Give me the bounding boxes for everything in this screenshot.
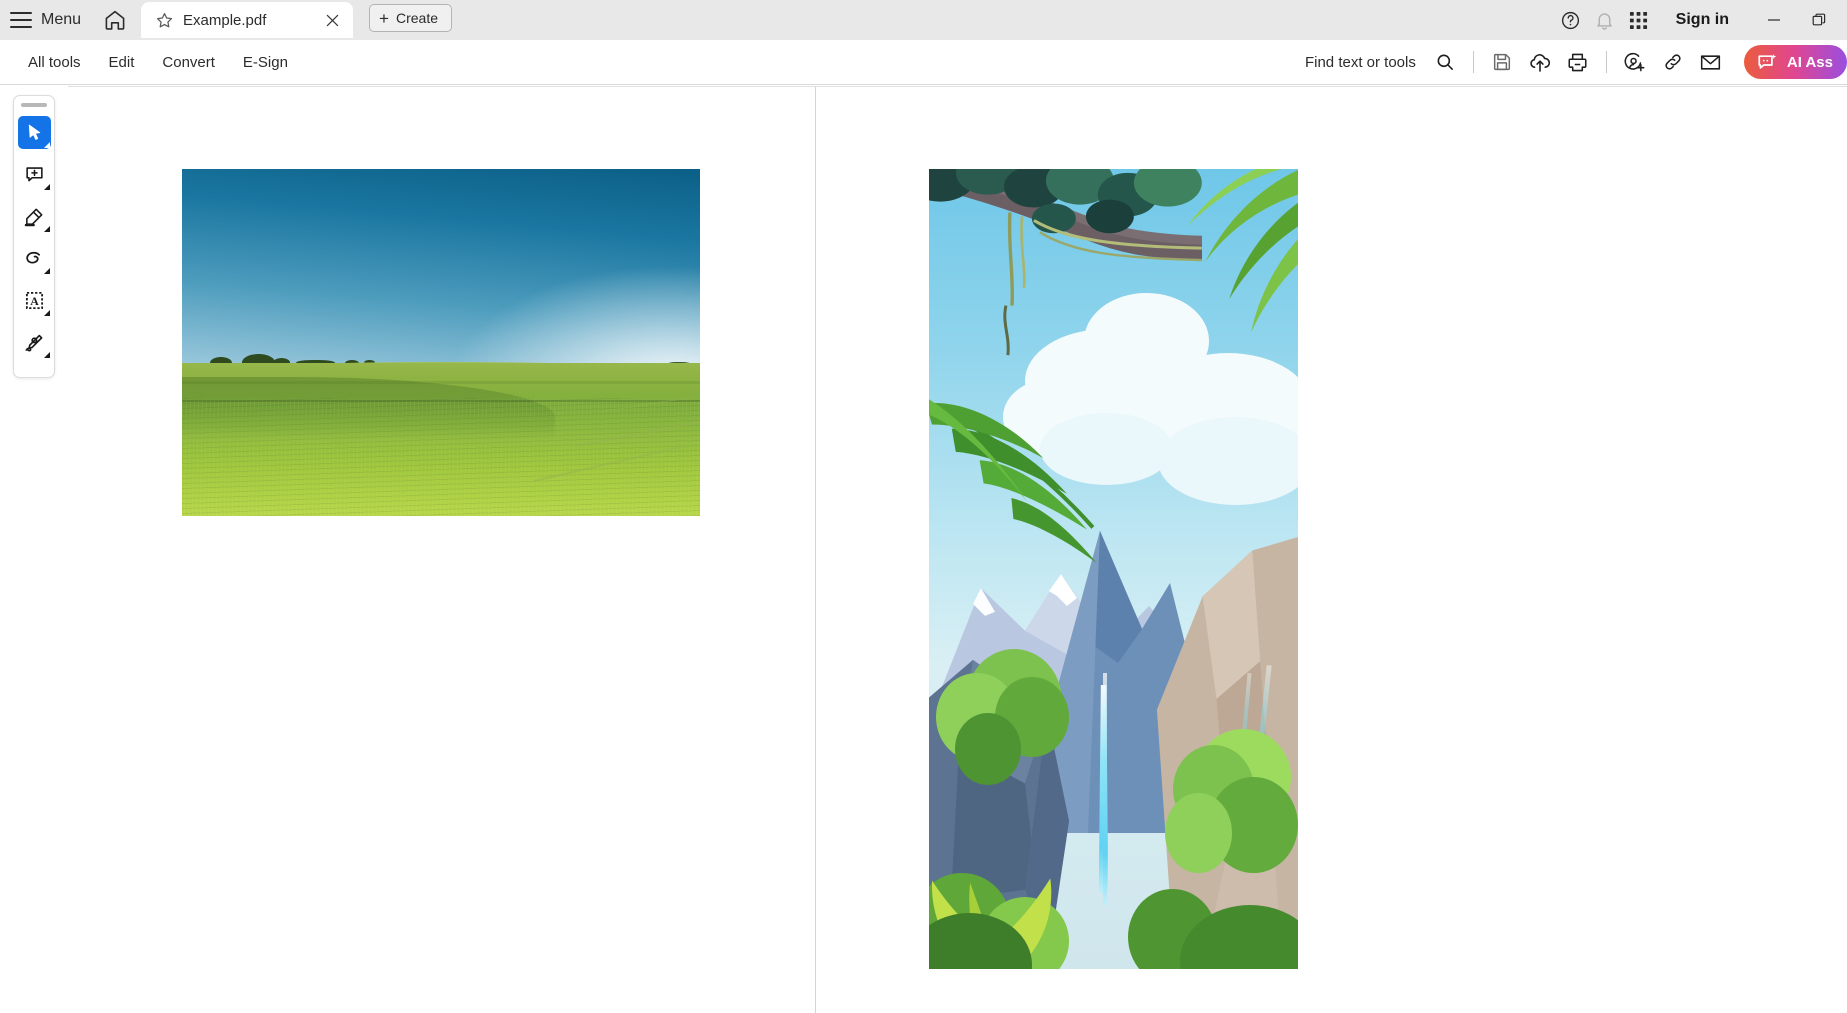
cloud-upload-icon[interactable] [1521, 43, 1559, 81]
search-icon[interactable] [1426, 43, 1464, 81]
sign-tool[interactable] [18, 326, 51, 359]
page-1[interactable] [182, 169, 700, 516]
chevron-expand-icon [43, 310, 50, 316]
menu-hamburger-icon[interactable] [10, 12, 32, 28]
help-circle-icon[interactable] [1554, 3, 1588, 37]
select-tool[interactable] [17, 116, 51, 149]
main-toolbar: All tools Edit Convert E-Sign Find text … [0, 40, 1847, 85]
svg-text:A: A [30, 294, 39, 308]
drag-handle[interactable] [21, 103, 47, 107]
document-viewer[interactable] [68, 86, 1847, 1013]
chevron-expand-icon [43, 226, 50, 232]
toolbar-divider-1 [1472, 51, 1474, 73]
tab-esign[interactable]: E-Sign [229, 54, 302, 71]
toolbar-tabs: All tools Edit Convert E-Sign [0, 54, 302, 71]
chevron-expand-icon [43, 268, 50, 274]
email-icon[interactable] [1692, 43, 1730, 81]
plus-icon: + [379, 8, 389, 28]
page-2[interactable] [929, 169, 1298, 969]
chevron-expand-icon [43, 184, 50, 190]
chevron-expand-icon [43, 352, 50, 358]
comment-tool[interactable] [18, 158, 51, 191]
document-tab[interactable]: Example.pdf [141, 2, 354, 38]
save-icon[interactable] [1483, 43, 1521, 81]
illustration-jungle-mountains-waterfall [929, 169, 1298, 969]
tab-convert[interactable]: Convert [148, 54, 229, 71]
home-icon[interactable] [103, 8, 127, 32]
toolbar-divider-2 [1605, 51, 1607, 73]
bell-icon[interactable] [1588, 3, 1622, 37]
create-button[interactable]: + Create [369, 4, 452, 32]
create-button-label: Create [395, 10, 438, 26]
draw-tool[interactable] [18, 242, 51, 275]
ai-assistant-icon [1756, 51, 1779, 74]
add-stamp-icon[interactable] [1616, 43, 1654, 81]
chevron-expand-icon [43, 142, 50, 148]
tab-all-tools[interactable]: All tools [14, 54, 95, 71]
ai-assistant-label: AI Ass [1786, 53, 1833, 71]
app-grid-icon[interactable] [1622, 3, 1656, 37]
link-icon[interactable] [1654, 43, 1692, 81]
landscape-photo-green-field [182, 169, 700, 516]
minimize-icon[interactable] [1751, 0, 1796, 40]
page-separator [815, 87, 816, 1013]
sign-in-button[interactable]: Sign in [1676, 11, 1729, 29]
ai-assistant-button[interactable]: AI Ass [1743, 45, 1847, 79]
toolbar-actions: Find text or tools AI Ass [1305, 43, 1847, 81]
close-icon[interactable] [321, 9, 343, 31]
menu-button[interactable]: Menu [41, 11, 81, 29]
add-text-tool[interactable]: A [18, 284, 51, 317]
title-bar: Menu Example.pdf + Create Sign in [0, 0, 1847, 40]
restore-window-icon[interactable] [1796, 0, 1841, 40]
title-bar-left: Menu Example.pdf + Create [0, 0, 452, 40]
star-icon[interactable] [155, 11, 174, 30]
title-bar-right: Sign in [1554, 0, 1847, 40]
highlight-tool[interactable] [18, 200, 51, 233]
quick-tools-rail: A [13, 95, 55, 378]
find-text-or-tools-label[interactable]: Find text or tools [1305, 54, 1416, 71]
tab-edit[interactable]: Edit [95, 54, 149, 71]
tab-title: Example.pdf [183, 11, 267, 29]
print-icon[interactable] [1559, 43, 1597, 81]
